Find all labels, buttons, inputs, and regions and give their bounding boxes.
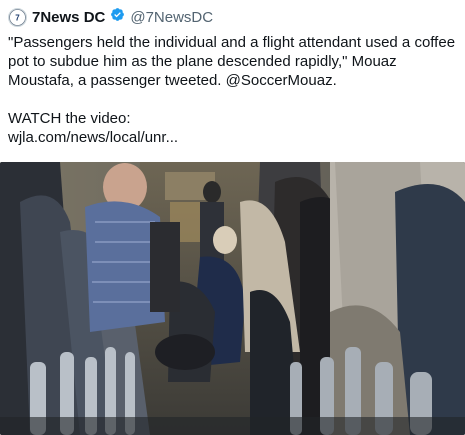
- svg-text:7: 7: [15, 13, 20, 22]
- tweet-watch-text: WATCH the video:: [8, 110, 131, 127]
- tweet-text: "Passengers held the individual and a fl…: [8, 33, 458, 147]
- video-link[interactable]: wjla.com/news/local/unr...: [8, 129, 178, 146]
- tweet-header: 7 7News DC @7NewsDC: [8, 6, 213, 28]
- 7news-logo-icon[interactable]: 7: [8, 7, 27, 27]
- author-handle[interactable]: @7NewsDC: [130, 9, 213, 26]
- video-thumbnail[interactable]: [0, 162, 465, 435]
- airplane-cabin-video-thumbnail: [0, 162, 465, 435]
- tweet-quote-text: "Passengers held the individual and a fl…: [8, 34, 456, 89]
- author-name[interactable]: 7News DC: [32, 9, 105, 26]
- verified-badge-icon: [110, 7, 125, 27]
